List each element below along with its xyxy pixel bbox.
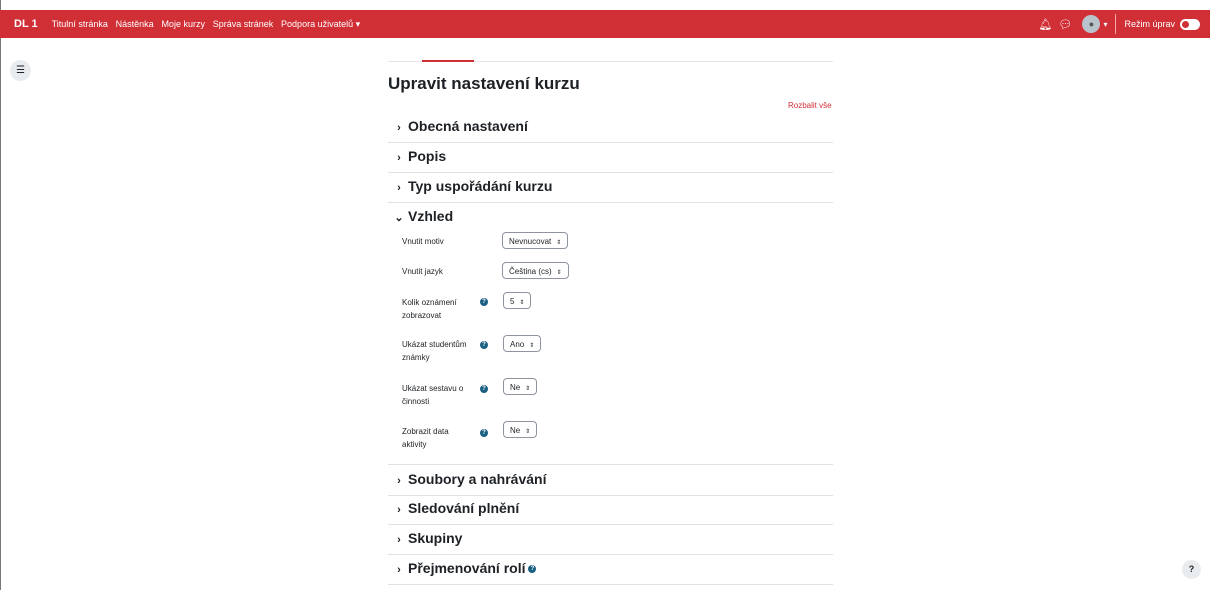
bell-icon[interactable]: 🔔︎ — [1039, 18, 1053, 31]
lang-label: Vnutit jazyk — [402, 267, 443, 276]
section-appearance[interactable]: ⌄ Vzhled — [388, 202, 833, 232]
site-name[interactable]: DL 1 — [14, 18, 38, 30]
grades-label: Ukázat studentům známky — [402, 340, 467, 362]
chevron-right-icon: › — [397, 534, 401, 546]
window-border — [0, 0, 1, 590]
section-description[interactable]: › Popis — [388, 142, 833, 173]
chevron-right-icon: › — [397, 564, 401, 576]
question-icon[interactable]: ? — [480, 429, 488, 437]
section-files[interactable]: › Soubory a nahrávání — [388, 464, 833, 496]
course-index-button[interactable]: ☰ — [10, 60, 31, 81]
dates-label: Zobrazit data aktivity — [402, 427, 449, 449]
question-icon[interactable]: ? — [480, 298, 488, 306]
secondary-nav — [388, 38, 833, 62]
nav-user-support[interactable]: Podpora uživatelů ▾ — [281, 19, 360, 29]
chevron-right-icon: › — [397, 152, 401, 164]
page-title: Upravit nastavení kurzu — [388, 74, 580, 93]
expand-all-link[interactable]: Rozbalit vše — [788, 101, 832, 110]
divider — [1115, 14, 1117, 34]
nav-dashboard[interactable]: Nástěnka — [116, 19, 154, 29]
edit-mode-label: Režim úprav — [1124, 19, 1175, 29]
chevron-right-icon: › — [397, 122, 401, 134]
select-arrows-icon: ⇕ — [519, 300, 525, 306]
chevron-right-icon: › — [397, 182, 401, 194]
primary-nav: Titulní stránka Nástěnka Moje kurzy Sprá… — [52, 19, 366, 30]
navbar: DL 1 Titulní stránka Nástěnka Moje kurzy… — [0, 10, 1210, 38]
help-button[interactable]: ? — [1182, 560, 1201, 579]
select-arrows-icon: ⇕ — [529, 343, 535, 349]
edit-mode-toggle[interactable] — [1180, 18, 1200, 30]
dates-select[interactable]: Ne ⇕ — [503, 421, 538, 438]
nav-site-admin[interactable]: Správa stránek — [213, 19, 274, 29]
theme-select[interactable]: Nevnucovat ⇕ — [502, 232, 569, 249]
nav-home[interactable]: Titulní stránka — [52, 19, 108, 29]
question-icon[interactable]: ? — [480, 341, 488, 349]
section-role-renaming[interactable]: › Přejmenování rolí? — [388, 554, 833, 585]
chevron-down-icon: ⌄ — [394, 212, 404, 224]
chevron-down-icon[interactable]: ▾ — [1103, 20, 1107, 29]
section-groups[interactable]: › Skupiny — [388, 524, 833, 555]
grades-select[interactable]: Ano ⇕ — [503, 335, 542, 352]
chevron-down-icon: ▾ — [355, 18, 361, 29]
theme-label: Vnutit motiv — [402, 237, 444, 246]
section-general[interactable]: › Obecná nastavení — [388, 112, 833, 143]
question-icon[interactable]: ? — [480, 385, 488, 393]
section-format[interactable]: › Typ uspořádání kurzu — [388, 172, 833, 203]
select-arrows-icon: ⇕ — [525, 429, 531, 435]
section-completion[interactable]: › Sledování plnění — [388, 494, 833, 525]
chevron-right-icon: › — [397, 475, 401, 487]
navbar-right: 🔔︎ 💬︎ ● ▾ Režim úprav — [1033, 10, 1200, 38]
lang-select[interactable]: Čeština (cs) ⇕ — [502, 262, 569, 279]
chat-icon[interactable]: 💬︎ — [1059, 18, 1073, 31]
select-arrows-icon: ⇕ — [525, 386, 531, 392]
news-label: Kolik oznámení zobrazovat — [402, 298, 457, 320]
nav-my-courses[interactable]: Moje kurzy — [161, 19, 205, 29]
chevron-right-icon: › — [397, 504, 401, 516]
reports-select[interactable]: Ne ⇕ — [503, 378, 538, 395]
tab-settings-active[interactable] — [422, 60, 474, 62]
avatar[interactable]: ● — [1082, 15, 1101, 33]
reports-label: Ukázat sestavu o činnosti — [402, 384, 464, 406]
news-select[interactable]: 5 ⇕ — [503, 292, 532, 309]
select-arrows-icon: ⇕ — [556, 240, 562, 246]
question-icon[interactable]: ? — [528, 565, 537, 574]
list-icon: ☰ — [16, 65, 25, 76]
select-arrows-icon: ⇕ — [556, 270, 562, 276]
